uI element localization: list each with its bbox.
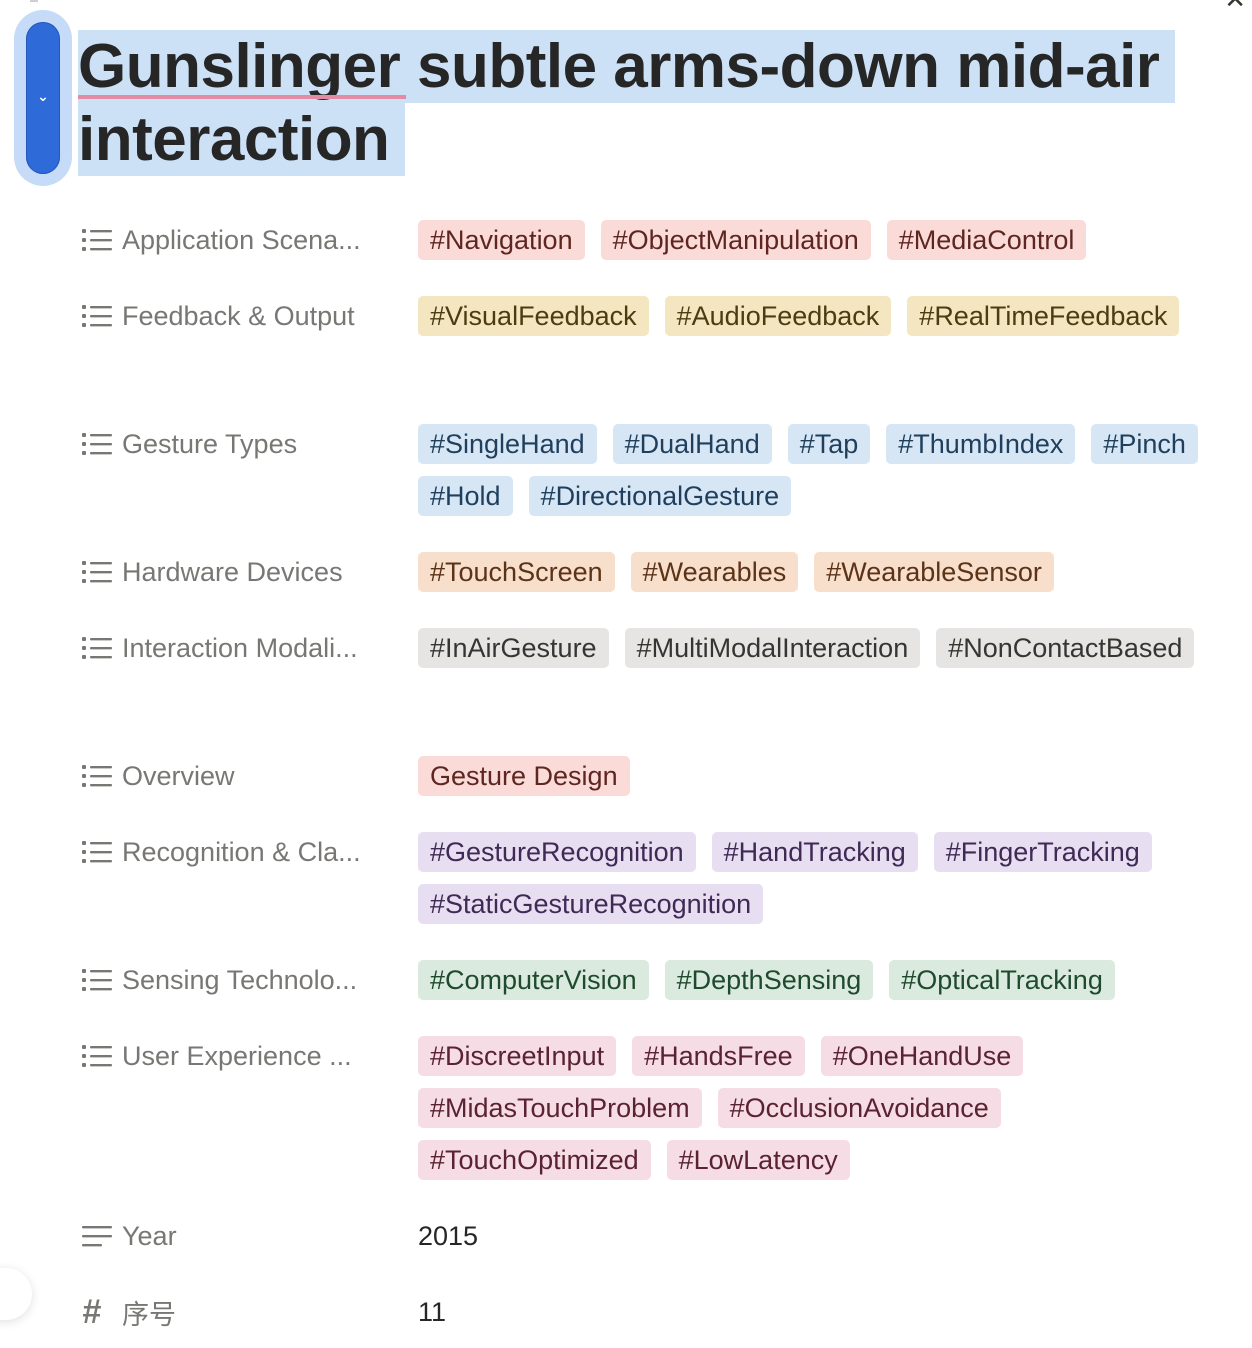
property-name[interactable]: Interaction Modali... — [82, 628, 402, 668]
property-name[interactable]: Recognition & Cla... — [82, 832, 402, 872]
tag[interactable]: #TouchOptimized — [418, 1140, 651, 1180]
tag[interactable]: #DiscreetInput — [418, 1036, 617, 1076]
tag[interactable]: #MediaControl — [886, 220, 1087, 260]
collapse-handle[interactable]: ⌄ — [26, 22, 60, 174]
tag[interactable]: #NonContactBased — [936, 628, 1195, 668]
tag[interactable]: #DirectionalGesture — [528, 476, 792, 516]
property-label: User Experience ... — [122, 1040, 352, 1071]
tag[interactable]: #DualHand — [612, 424, 772, 464]
close-icon[interactable]: ✕ — [1224, 0, 1246, 15]
tag[interactable]: Gesture Design — [418, 756, 630, 796]
property-values[interactable]: #DiscreetInput #HandsFree #OneHandUse #Mida… — [418, 1036, 1218, 1180]
property-values[interactable]: #Navigation #ObjectManipulation #MediaCont… — [418, 220, 1218, 260]
floating-widget-glyph: ≢ — [0, 1282, 2, 1305]
chevron-down-icon: ⌄ — [37, 88, 49, 104]
property-values[interactable]: 11 — [418, 1292, 1218, 1332]
tag[interactable]: #AudioFeedback — [664, 296, 892, 336]
list-icon — [82, 832, 112, 872]
property-name[interactable]: # 序号 — [82, 1292, 402, 1332]
tag[interactable]: #Tap — [787, 424, 871, 464]
property-values[interactable]: #GestureRecognition #HandTracking #FingerT… — [418, 832, 1218, 924]
tag[interactable]: #OcclusionAvoidance — [717, 1088, 1001, 1128]
property-label: Overview — [122, 760, 235, 791]
property-label: Hardware Devices — [122, 556, 343, 587]
list-icon — [82, 960, 112, 1000]
property-values[interactable]: #VisualFeedback #AudioFeedback #RealTimeFe… — [418, 296, 1218, 336]
tag[interactable]: #SingleHand — [418, 424, 597, 464]
property-label: Feedback & Output — [122, 300, 355, 331]
tag[interactable]: #TouchScreen — [418, 552, 615, 592]
tag[interactable]: #Hold — [418, 476, 513, 516]
property-value[interactable]: 11 — [418, 1292, 446, 1332]
property-name[interactable]: Year — [82, 1216, 402, 1256]
property-label: Sensing Technolo... — [122, 964, 358, 995]
property-name[interactable]: Hardware Devices — [82, 552, 402, 592]
tag[interactable]: #GestureRecognition — [418, 832, 696, 872]
tag[interactable]: #OneHandUse — [820, 1036, 1024, 1076]
tag[interactable]: #HandTracking — [711, 832, 918, 872]
spellcheck-underline — [78, 95, 406, 99]
property-label: Gesture Types — [122, 428, 298, 459]
list-icon — [82, 424, 112, 464]
tag[interactable]: #ObjectManipulation — [600, 220, 871, 260]
tag[interactable]: #OpticalTracking — [889, 960, 1115, 1000]
tag[interactable]: #RealTimeFeedback — [907, 296, 1180, 336]
collapse-handle-focus-ring: ⌄ — [14, 10, 72, 186]
list-icon — [82, 628, 112, 668]
list-icon — [82, 1036, 112, 1076]
tag[interactable]: #FingerTracking — [933, 832, 1152, 872]
list-icon — [82, 552, 112, 592]
tag[interactable]: #ThumbIndex — [886, 424, 1076, 464]
tag[interactable]: #LowLatency — [666, 1140, 850, 1180]
property-label: Year — [122, 1220, 177, 1251]
list-icon — [82, 756, 112, 796]
property-name[interactable]: Gesture Types — [82, 424, 402, 464]
tag[interactable]: #Pinch — [1091, 424, 1198, 464]
property-name[interactable]: User Experience ... — [82, 1036, 402, 1076]
property-values[interactable]: #SingleHand #DualHand #Tap #ThumbIndex #Pinc… — [418, 424, 1218, 516]
tag[interactable]: #MultiModalInteraction — [624, 628, 921, 668]
more-options-icon[interactable]: ••• — [1156, 0, 1186, 9]
tag[interactable]: #DepthSensing — [664, 960, 874, 1000]
property-values[interactable]: #InAirGesture #MultiModalInteraction #NonC… — [418, 628, 1218, 668]
property-label: 序号 — [122, 1299, 176, 1330]
property-label: Interaction Modali... — [122, 632, 358, 663]
property-name[interactable]: Sensing Technolo... — [82, 960, 402, 1000]
property-label: Application Scena... — [122, 224, 361, 255]
property-values[interactable]: #TouchScreen #Wearables #WearableSensor — [418, 552, 1218, 592]
tag[interactable]: #WearableSensor — [814, 552, 1054, 592]
text-lines-icon — [82, 1216, 112, 1256]
property-values[interactable]: 2015 — [418, 1216, 1218, 1256]
property-name[interactable]: Overview — [82, 756, 402, 796]
list-icon — [82, 220, 112, 260]
tag[interactable]: #VisualFeedback — [418, 296, 649, 336]
tag[interactable]: #Wearables — [630, 552, 799, 592]
property-values[interactable]: #ComputerVision #DepthSensing #OpticalTrac… — [418, 960, 1218, 1000]
tag[interactable]: #ComputerVision — [418, 960, 649, 1000]
tag[interactable]: #HandsFree — [632, 1036, 805, 1076]
property-label: Recognition & Cla... — [122, 836, 361, 867]
page-title[interactable]: Gunslinger subtle arms-down mid-air inte… — [78, 30, 1218, 176]
property-values[interactable]: Gesture Design — [418, 756, 1218, 796]
property-name[interactable]: Application Scena... — [82, 220, 402, 260]
tag[interactable]: #InAirGesture — [418, 628, 609, 668]
property-value[interactable]: 2015 — [418, 1216, 478, 1256]
floating-widget[interactable]: ≢ — [0, 1268, 32, 1320]
top-edge-mark — [30, 0, 38, 2]
tag[interactable]: #StaticGestureRecognition — [418, 884, 764, 924]
property-name[interactable]: Feedback & Output — [82, 296, 402, 336]
tag[interactable]: #Navigation — [418, 220, 585, 260]
list-icon — [82, 296, 112, 336]
hash-icon: # — [82, 1292, 101, 1331]
tag[interactable]: #MidasTouchProblem — [418, 1088, 702, 1128]
